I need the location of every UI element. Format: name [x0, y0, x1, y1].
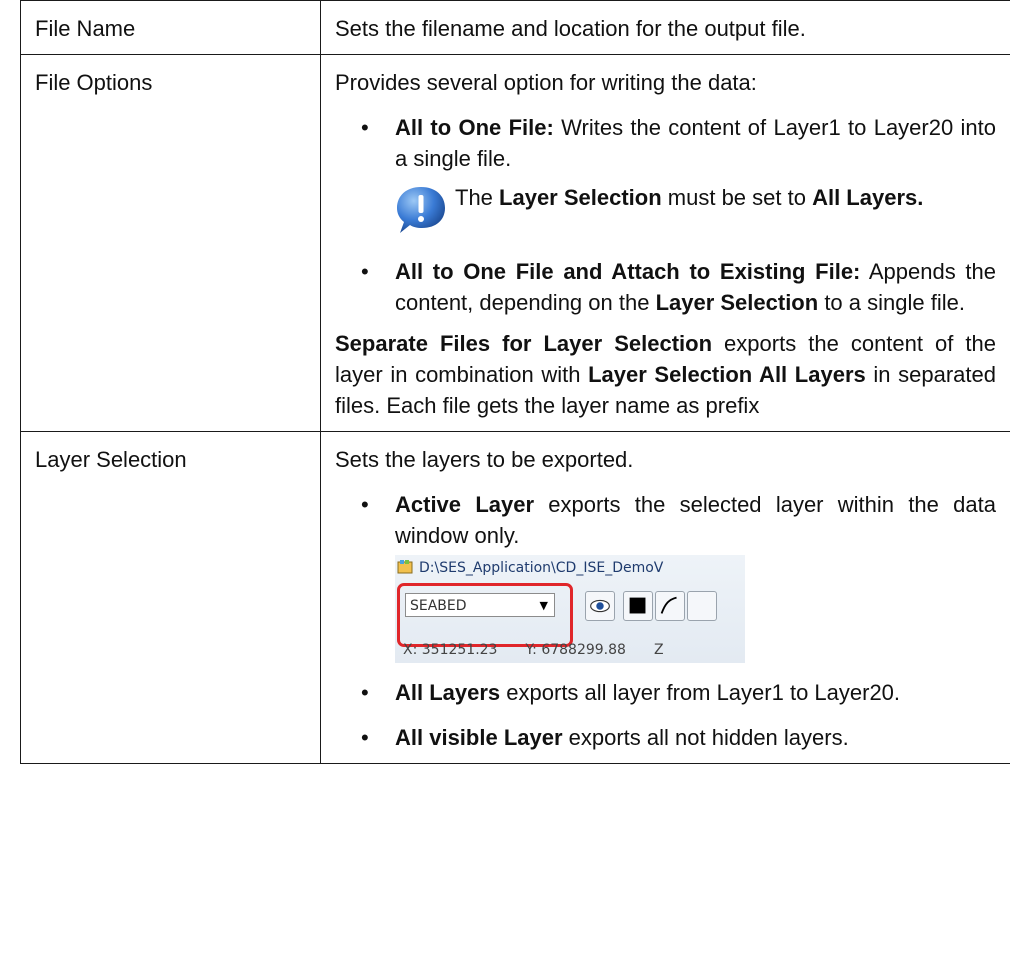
bullet-icon: •: [361, 259, 369, 284]
option-title: All Layers: [395, 680, 501, 705]
options-table: File Name Sets the filename and location…: [20, 0, 1010, 764]
list-item: • All to One File and Attach to Existing…: [335, 256, 996, 318]
note-callout: The Layer Selection must be set to All L…: [395, 182, 996, 242]
note-text-part: The: [455, 185, 500, 210]
note-bold: Layer Selection: [499, 185, 662, 210]
table-row: File Name Sets the filename and location…: [20, 0, 1010, 55]
bullet-icon: •: [361, 680, 369, 705]
info-exclamation-icon: [397, 187, 445, 233]
option-text: exports all layer from Layer1 to Layer20…: [500, 680, 901, 705]
table-row: Layer Selection Sets the layers to be ex…: [20, 431, 1010, 764]
x-coordinate: X: 351251.23: [403, 642, 498, 658]
eye-icon: [590, 599, 610, 613]
option-text: to a single file.: [818, 290, 965, 315]
paragraph-bold: Separate Files for Layer Selection: [335, 331, 713, 356]
list-item: • All visible Layer exports all not hidd…: [335, 722, 996, 753]
z-coordinate: Z: [653, 642, 664, 658]
more-tool-button[interactable]: [687, 591, 717, 621]
bullet-list: • Active Layer exports the selected laye…: [335, 489, 996, 753]
option-name: File Name: [20, 0, 321, 55]
option-text: exports all not hidden layers.: [562, 725, 849, 750]
bullet-icon: •: [361, 725, 369, 750]
line-tool-button[interactable]: [655, 591, 685, 621]
line-tool-icon: [660, 596, 677, 614]
coordinate-readout: X: 351251.23 Y: 6788299.88 Z: [403, 635, 692, 663]
window-title-text: D:\SES_Application\CD_ISE_DemoV: [419, 560, 664, 576]
option-bold: Layer Selection: [655, 290, 819, 315]
description-text: Provides several option for writing the …: [335, 70, 757, 95]
list-item: • All Layers exports all layer from Laye…: [335, 677, 996, 708]
bullet-icon: •: [361, 115, 369, 140]
option-name: Layer Selection: [20, 431, 321, 764]
black-square-icon: [629, 597, 646, 614]
list-item: • All to One File: Writes the content of…: [335, 112, 996, 242]
option-title: All visible Layer: [395, 725, 563, 750]
paragraph-bold: Layer Selection All Layers: [588, 362, 866, 387]
separate-files-paragraph: Separate Files for Layer Selection expor…: [335, 328, 996, 421]
option-description: Provides several option for writing the …: [320, 54, 1010, 432]
layer-toolbar-screenshot: D:\SES_Application\CD_ISE_DemoV SEABED ▼: [395, 555, 745, 663]
eye-button[interactable]: [585, 591, 615, 621]
list-item: • Active Layer exports the selected laye…: [335, 489, 996, 663]
table-row: File Options Provides several option for…: [20, 54, 1010, 432]
option-title: Active Layer: [395, 492, 535, 517]
note-text-part: must be set to: [661, 185, 813, 210]
option-description: Sets the layers to be exported. • Active…: [320, 431, 1010, 764]
bullet-list: • All to One File: Writes the content of…: [335, 112, 996, 318]
description-text: Sets the layers to be exported.: [335, 447, 634, 472]
y-coordinate: Y: 6788299.88: [525, 642, 626, 658]
option-description: Sets the filename and location for the o…: [320, 0, 1010, 55]
fill-button[interactable]: [623, 591, 653, 621]
window-title: D:\SES_Application\CD_ISE_DemoV: [397, 557, 663, 579]
option-name: File Options: [20, 54, 321, 432]
option-title: All to One File and Attach to Existing F…: [395, 259, 861, 284]
note-bold: All Layers.: [812, 185, 924, 210]
app-icon: [397, 560, 413, 574]
bullet-icon: •: [361, 492, 369, 517]
note-text: The Layer Selection must be set to All L…: [455, 182, 996, 213]
description-text: Sets the filename and location for the o…: [335, 16, 806, 41]
option-title: All to One File:: [395, 115, 554, 140]
